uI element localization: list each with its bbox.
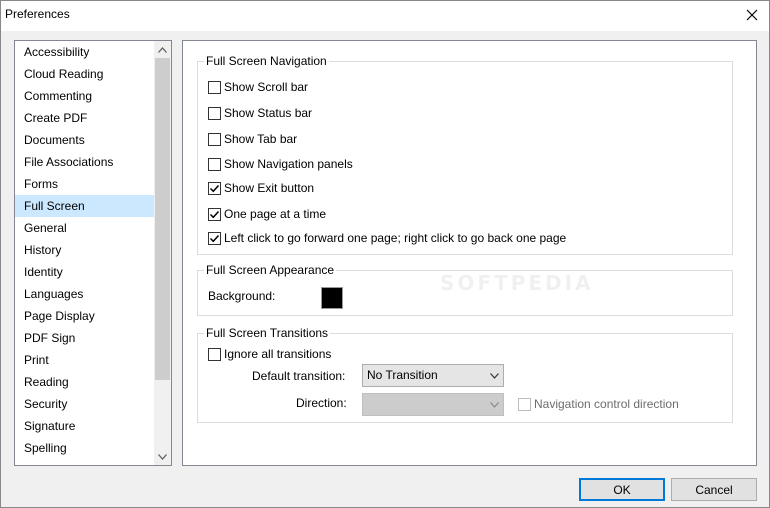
appearance-group-title: Full Screen Appearance bbox=[204, 263, 337, 277]
sidebar-item[interactable]: Identity bbox=[15, 261, 155, 283]
settings-panel: SOFTPEDIA Full Screen Navigation Show Sc… bbox=[182, 40, 757, 466]
scroll-thumb[interactable] bbox=[155, 58, 170, 380]
background-label: Background: bbox=[208, 289, 276, 303]
category-items: Accessibility Cloud Reading Commenting Crea… bbox=[15, 41, 155, 459]
ignore-transitions-checkbox[interactable] bbox=[208, 347, 221, 361]
sidebar-item[interactable]: Security bbox=[15, 393, 155, 415]
checkmark-icon bbox=[209, 234, 220, 242]
sidebar-item[interactable]: Languages bbox=[15, 283, 155, 305]
sidebar-item[interactable]: Create PDF bbox=[15, 107, 155, 129]
sidebar-item[interactable]: Signature bbox=[15, 415, 155, 437]
nav-option-checkbox[interactable] bbox=[208, 132, 221, 146]
close-icon bbox=[746, 9, 758, 21]
direction-row: Direction: bbox=[296, 395, 347, 411]
nav-option-checkbox[interactable] bbox=[208, 80, 221, 94]
sidebar-item[interactable]: Full Screen bbox=[15, 195, 155, 217]
nav-control-direction-checkbox[interactable] bbox=[518, 397, 531, 411]
title-bar: Preferences bbox=[1, 1, 769, 31]
sidebar-item[interactable]: Page Display bbox=[15, 305, 155, 327]
ignore-transitions-label: Ignore all transitions bbox=[224, 347, 332, 361]
nav-option[interactable]: One page at a time bbox=[208, 206, 326, 222]
nav-option-label: Show Scroll bar bbox=[224, 80, 309, 94]
sidebar-item[interactable]: Accessibility bbox=[15, 41, 155, 63]
nav-option[interactable]: Left click to go forward one page; right… bbox=[208, 230, 566, 246]
nav-option-label: Show Status bar bbox=[224, 106, 313, 120]
preferences-dialog: Preferences Accessibility Cloud Reading Co… bbox=[0, 0, 770, 508]
sidebar-item[interactable]: Cloud Reading bbox=[15, 63, 155, 85]
direction-select[interactable] bbox=[362, 393, 504, 416]
nav-option-label: One page at a time bbox=[224, 207, 327, 221]
nav-option-label: Show Tab bar bbox=[224, 132, 298, 146]
chevron-down-icon bbox=[490, 401, 499, 408]
checkmark-icon bbox=[209, 210, 220, 218]
ignore-transitions-option[interactable]: Ignore all transitions bbox=[208, 346, 331, 362]
ok-button-label: OK bbox=[613, 482, 631, 497]
nav-option-label: Show Exit button bbox=[224, 181, 315, 195]
nav-option-checkbox[interactable] bbox=[208, 106, 221, 120]
sidebar-item[interactable]: PDF Sign bbox=[15, 327, 155, 349]
chevron-down-icon bbox=[158, 453, 167, 460]
sidebar-item[interactable]: General bbox=[15, 217, 155, 239]
sidebar-item[interactable]: Spelling bbox=[15, 437, 155, 459]
chevron-down-icon bbox=[490, 372, 499, 379]
navigation-group-title: Full Screen Navigation bbox=[204, 54, 329, 68]
sidebar-item[interactable]: Reading bbox=[15, 371, 155, 393]
background-row: Background: bbox=[208, 289, 275, 303]
category-list[interactable]: Accessibility Cloud Reading Commenting Crea… bbox=[14, 40, 172, 466]
category-scrollbar[interactable] bbox=[154, 41, 171, 465]
sidebar-item[interactable]: Documents bbox=[15, 129, 155, 151]
scroll-down-button[interactable] bbox=[154, 448, 171, 465]
nav-control-direction-option[interactable]: Navigation control direction bbox=[518, 396, 679, 412]
default-transition-select[interactable]: No Transition bbox=[362, 364, 504, 387]
nav-option[interactable]: Show Navigation panels bbox=[208, 156, 353, 172]
sidebar-item[interactable]: Commenting bbox=[15, 85, 155, 107]
nav-option[interactable]: Show Status bar bbox=[208, 105, 312, 121]
nav-option[interactable]: Show Scroll bar bbox=[208, 79, 308, 95]
cancel-button[interactable]: Cancel bbox=[671, 478, 757, 501]
nav-control-direction-label: Navigation control direction bbox=[534, 397, 679, 411]
scroll-up-button[interactable] bbox=[154, 41, 171, 58]
sidebar-item[interactable]: History bbox=[15, 239, 155, 261]
direction-label: Direction: bbox=[296, 396, 347, 410]
appearance-group: Full Screen Appearance bbox=[197, 263, 733, 316]
default-transition-row: Default transition: bbox=[252, 368, 345, 384]
default-transition-label: Default transition: bbox=[252, 369, 346, 383]
sidebar-item[interactable]: Forms bbox=[15, 173, 155, 195]
nav-option-checkbox[interactable] bbox=[208, 157, 221, 171]
nav-option[interactable]: Show Tab bar bbox=[208, 131, 297, 147]
sidebar-item[interactable]: File Associations bbox=[15, 151, 155, 173]
transitions-group-title: Full Screen Transitions bbox=[204, 326, 331, 340]
cancel-button-label: Cancel bbox=[695, 482, 733, 497]
nav-option-checkbox[interactable] bbox=[208, 231, 221, 245]
default-transition-value: No Transition bbox=[367, 368, 438, 382]
ok-button[interactable]: OK bbox=[579, 478, 665, 501]
checkmark-icon bbox=[209, 184, 220, 192]
chevron-up-icon bbox=[158, 46, 167, 53]
close-button[interactable] bbox=[735, 1, 769, 29]
sidebar-item[interactable]: Print bbox=[15, 349, 155, 371]
nav-option-checkbox[interactable] bbox=[208, 181, 221, 195]
window-title: Preferences bbox=[5, 7, 70, 21]
background-color-picker[interactable] bbox=[321, 287, 343, 309]
nav-option-checkbox[interactable] bbox=[208, 207, 221, 221]
nav-option-label: Show Navigation panels bbox=[224, 157, 353, 171]
nav-option-label: Left click to go forward one page; right… bbox=[224, 231, 567, 245]
nav-option[interactable]: Show Exit button bbox=[208, 180, 314, 196]
